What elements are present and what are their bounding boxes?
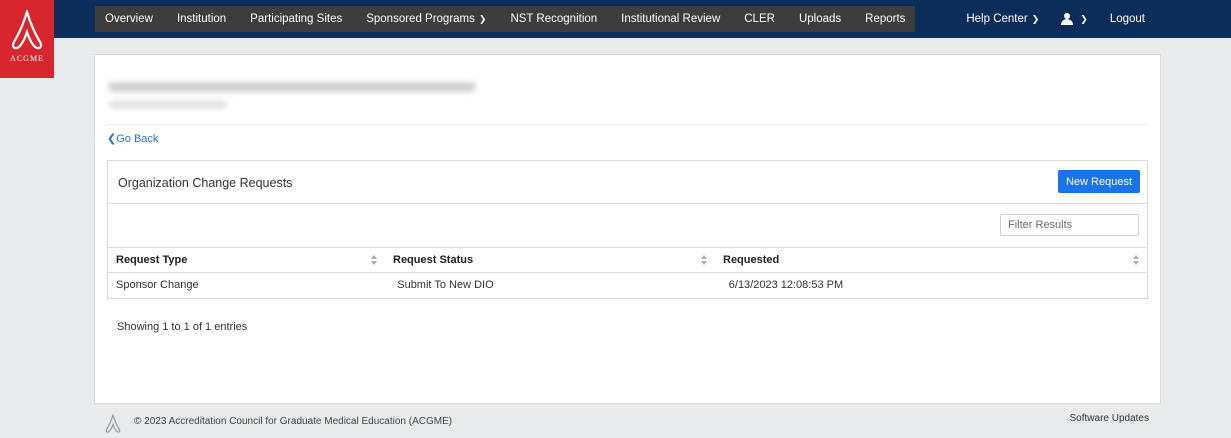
cell-request-type: Sponsor Change <box>116 279 199 291</box>
nav-label: Sponsored Programs <box>366 13 475 25</box>
nav-institutional-review[interactable]: Institutional Review <box>621 13 720 25</box>
institution-id-redacted <box>109 101 227 108</box>
sort-icon <box>701 255 707 265</box>
chevron-down-icon: ❯ <box>478 13 487 24</box>
logout-link[interactable]: Logout <box>1110 13 1145 25</box>
user-icon <box>1061 13 1074 25</box>
column-label: Requested <box>723 254 780 266</box>
nav-label: NST Recognition <box>510 13 598 25</box>
nav-label: Reports <box>865 13 906 25</box>
nav-sponsored-programs[interactable]: Sponsored Programs ❯ <box>366 13 486 25</box>
table-header-row: Request Type Request Status Requested <box>108 247 1147 272</box>
acgme-footer-logo-icon <box>105 414 121 433</box>
go-back-label: Go Back <box>116 133 159 145</box>
nav-uploads[interactable]: Uploads <box>799 13 841 25</box>
column-header-request-type[interactable]: Request Type <box>108 248 385 272</box>
nav-label: Participating Sites <box>250 13 343 25</box>
help-center-menu[interactable]: Help Center ❯ <box>966 13 1039 25</box>
go-back-link[interactable]: ❮Go Back <box>107 132 158 145</box>
software-updates-link[interactable]: Software Updates <box>1070 413 1150 424</box>
copyright-text: © 2023 Accreditation Council for Graduat… <box>134 416 453 427</box>
nav-label: Institutional Review <box>621 13 721 25</box>
help-center-label: Help Center <box>966 13 1028 25</box>
acgme-logo-icon <box>11 10 43 50</box>
sort-icon <box>1133 255 1139 265</box>
nav-overview[interactable]: Overview <box>105 13 153 25</box>
nav-cler[interactable]: CLER <box>744 13 775 25</box>
nav-label: CLER <box>744 13 775 25</box>
card-title: Organization Change Requests <box>118 176 293 190</box>
nav-participating-sites[interactable]: Participating Sites <box>250 13 342 25</box>
table-row[interactable]: Sponsor Change Submit To New DIO 6/13/20… <box>108 272 1147 297</box>
nav-label: Overview <box>105 13 153 25</box>
logo-wordmark: ACGME <box>10 54 44 63</box>
requests-table: Request Type Request Status Requested Sp… <box>108 247 1147 297</box>
top-navbar: Overview Institution Participating Sites… <box>0 0 1231 38</box>
nav-right-group: Help Center ❯ ❯ Logout <box>966 6 1231 32</box>
acgme-logo[interactable]: ACGME <box>0 0 54 78</box>
cell-requested: 6/13/2023 12:08:53 PM <box>728 279 844 291</box>
main-menu: Overview Institution Participating Sites… <box>95 6 915 32</box>
nav-nst-recognition[interactable]: NST Recognition <box>510 13 597 25</box>
column-header-requested[interactable]: Requested <box>715 248 1147 272</box>
nav-reports[interactable]: Reports <box>865 13 905 25</box>
column-header-request-status[interactable]: Request Status <box>385 248 715 272</box>
chevron-down-icon: ❯ <box>1080 13 1088 24</box>
main-panel: ❮Go Back Organization Change Requests Ne… <box>94 54 1161 404</box>
logout-label: Logout <box>1109 13 1145 25</box>
sort-icon <box>371 255 377 265</box>
column-label: Request Type <box>116 254 188 266</box>
cell-request-status: Submit To New DIO <box>397 279 494 291</box>
header-divider <box>107 124 1148 125</box>
chevron-left-icon: ❮ <box>107 133 117 145</box>
table-info: Showing 1 to 1 of 1 entries <box>117 321 248 333</box>
nav-label: Institution <box>176 13 227 25</box>
column-label: Request Status <box>393 254 474 266</box>
new-request-button[interactable]: New Request <box>1058 170 1140 193</box>
nav-institution[interactable]: Institution <box>177 13 226 25</box>
institution-name-redacted <box>109 82 475 92</box>
change-requests-card: Organization Change Requests New Request… <box>107 160 1148 299</box>
filter-results-input[interactable] <box>1000 214 1139 236</box>
chevron-down-icon: ❯ <box>1031 13 1040 24</box>
nav-label: Uploads <box>798 13 842 25</box>
card-header: Organization Change Requests New Request <box>108 161 1147 204</box>
user-menu[interactable]: ❯ <box>1061 13 1088 25</box>
